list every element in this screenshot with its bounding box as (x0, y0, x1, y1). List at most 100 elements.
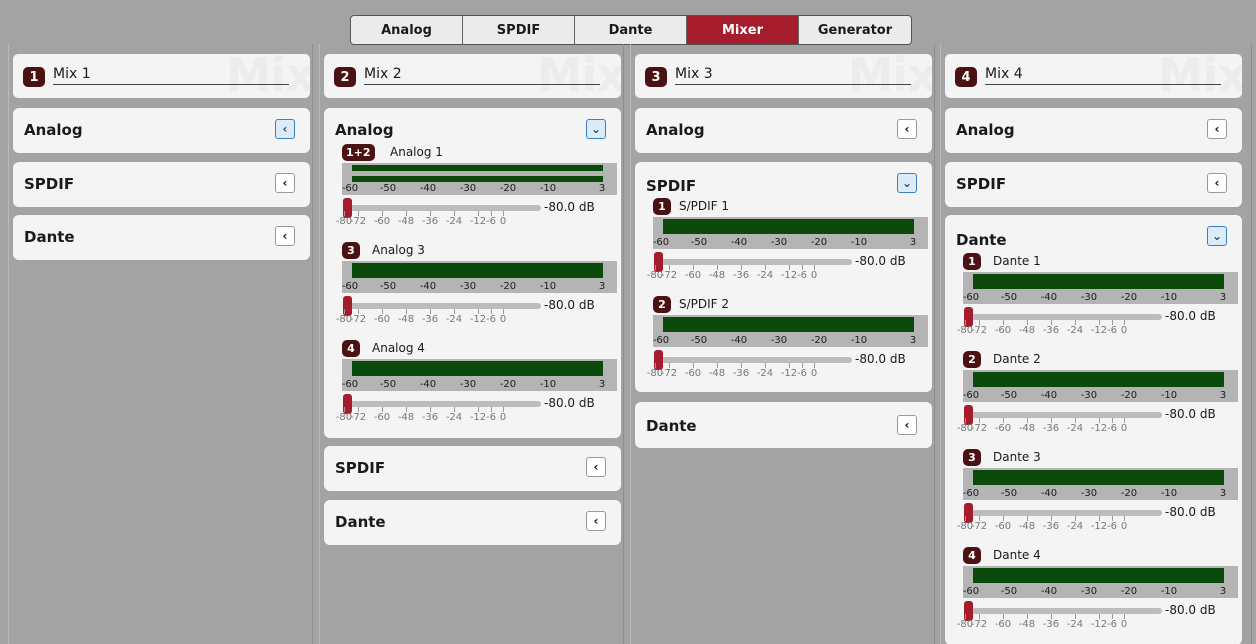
chevron-left-icon[interactable]: ‹ (275, 226, 295, 246)
meter-scale-label: -40 (1040, 390, 1058, 401)
fader-scale-label: -72 (660, 368, 678, 379)
meter-scale-label: -30 (459, 281, 477, 292)
chevron-left-icon[interactable]: ‹ (275, 119, 295, 139)
section-spdif: SPDIF ⌄ 1 S/PDIF 1 -60 -50 -40 -30 -20 -10 3 -… (635, 162, 932, 392)
meter-scale-label: -50 (690, 237, 708, 248)
meter-scale-label: -30 (1080, 390, 1098, 401)
channel-strip: 1 Dante 1 -60 -50 -40 -30 -20 -10 3 -80.0 dB -… (945, 253, 1242, 349)
section-analog: Analog ‹ (945, 108, 1242, 153)
fader-scale-label: 0 (499, 216, 507, 227)
fader-scale-label: 0 (1120, 325, 1128, 336)
section-title: Analog (956, 121, 1015, 139)
meter-scale-label: -40 (1040, 292, 1058, 303)
chevron-down-icon[interactable]: ⌄ (586, 119, 606, 139)
chevron-left-icon[interactable]: ‹ (897, 119, 917, 139)
mix-name-field[interactable]: Mix 1 (53, 66, 289, 85)
section-title: Analog (646, 121, 705, 139)
fader-scale-label: -36 (1042, 521, 1060, 532)
mix-name-field[interactable]: Mix 2 (364, 66, 600, 85)
meter-scale-label: -50 (379, 281, 397, 292)
level-meter: -60 -50 -40 -30 -20 -10 3 (653, 217, 928, 249)
meter-scale-label: 3 (598, 281, 606, 292)
fader-scale-label: -24 (1066, 521, 1084, 532)
section-title: SPDIF (24, 175, 75, 193)
fader-scale-label: -6 (797, 368, 807, 379)
level-meter: -60 -50 -40 -30 -20 -10 3 (342, 261, 617, 293)
channel-name: Analog 4 (372, 341, 425, 355)
fader-scale: -80 -72 -60 -48 -36 -24 -12 -6 0 (957, 614, 1178, 634)
fader-scale-label: -12 (469, 412, 487, 423)
meter-scale-label: -50 (1000, 488, 1018, 499)
section-analog: Analog ⌄ 1+2 Analog 1 -60 -50 -40 -30 -20 -10… (324, 108, 621, 438)
meter-scale-label: 3 (909, 237, 917, 248)
tab-mixer[interactable]: Mixer (687, 16, 799, 44)
mix-column-1: Mix 1 Mix 1 Analog ‹ SPDIF ‹ Dante ‹ (8, 44, 313, 644)
tab-dante[interactable]: Dante (575, 16, 687, 44)
tab-analog[interactable]: Analog (351, 16, 463, 44)
meter-scale-label: -60 (962, 488, 980, 499)
meter-scale-label: -50 (1000, 390, 1018, 401)
channel-name: S/PDIF 2 (679, 297, 730, 311)
meter-scale-label: -40 (730, 335, 748, 346)
fader-scale-label: -60 (373, 314, 391, 325)
level-meter: -60 -50 -40 -30 -20 -10 3 (963, 272, 1238, 304)
fader-scale-label: -48 (397, 216, 415, 227)
channel-strip: 3 Analog 3 -60 -50 -40 -30 -20 -10 3 -80.0 dB … (324, 242, 621, 338)
mix-name-field[interactable]: Mix 3 (675, 66, 911, 85)
meter-scale-label: -30 (459, 183, 477, 194)
mix-number-badge: 2 (334, 67, 356, 87)
section-title: SPDIF (956, 175, 1007, 193)
meter-scale-label: -40 (419, 281, 437, 292)
meter-scale-label: -20 (499, 183, 517, 194)
level-meter: -60 -50 -40 -30 -20 -10 3 (963, 468, 1238, 500)
chevron-left-icon[interactable]: ‹ (275, 173, 295, 193)
source-tabs: Analog SPDIF Dante Mixer Generator (350, 15, 912, 45)
fader-scale-label: -6 (797, 270, 807, 281)
meter-scale: -60 -50 -40 -30 -20 -10 3 (342, 281, 617, 292)
fader-scale-label: -36 (421, 216, 439, 227)
meter-scale-label: -40 (1040, 586, 1058, 597)
channel-strip: 4 Dante 4 -60 -50 -40 -30 -20 -10 3 -80.0 dB -… (945, 547, 1242, 643)
fader-scale-label: -6 (1107, 619, 1117, 630)
section-dante: Dante ‹ (635, 402, 932, 448)
mix-name-field[interactable]: Mix 4 (985, 66, 1221, 85)
tab-generator[interactable]: Generator (799, 16, 911, 44)
meter-scale-label: -30 (1080, 488, 1098, 499)
meter-scale: -60 -50 -40 -30 -20 -10 3 (342, 183, 617, 194)
chevron-down-icon[interactable]: ⌄ (1207, 226, 1227, 246)
meter-scale-label: -50 (379, 183, 397, 194)
channel-strip: 3 Dante 3 -60 -50 -40 -30 -20 -10 3 -80.0 dB -… (945, 449, 1242, 545)
section-analog: Analog ‹ (13, 108, 310, 153)
chevron-left-icon[interactable]: ‹ (586, 511, 606, 531)
chevron-down-icon[interactable]: ⌄ (897, 173, 917, 193)
mix-number-badge: 3 (645, 67, 667, 87)
fader-scale-label: -24 (445, 314, 463, 325)
fader-scale-label: -6 (486, 412, 496, 423)
meter-scale-label: -40 (1040, 488, 1058, 499)
chevron-left-icon[interactable]: ‹ (1207, 173, 1227, 193)
section-analog: Analog ‹ (635, 108, 932, 153)
fader-scale-label: -36 (732, 368, 750, 379)
fader-scale-label: -36 (1042, 619, 1060, 630)
chevron-left-icon[interactable]: ‹ (1207, 119, 1227, 139)
tab-spdif[interactable]: SPDIF (463, 16, 575, 44)
meter-scale-label: -20 (499, 379, 517, 390)
meter-scale-label: -10 (539, 281, 557, 292)
meter-scale-label: -10 (850, 335, 868, 346)
meter-scale-label: -20 (810, 335, 828, 346)
chevron-left-icon[interactable]: ‹ (897, 415, 917, 435)
meter-scale-label: -60 (341, 379, 359, 390)
section-title: Dante (335, 513, 386, 531)
chevron-left-icon[interactable]: ‹ (586, 457, 606, 477)
fader-scale-label: -12 (469, 216, 487, 227)
fader-scale-label: -48 (397, 412, 415, 423)
meter-scale-label: -60 (341, 183, 359, 194)
mix-column-3: Mix 3 Mix 3 Analog ‹ SPDIF ⌄ 1 S/PDIF 1 … (630, 44, 935, 644)
meter-scale-label: -60 (652, 237, 670, 248)
fader-scale-label: -24 (756, 270, 774, 281)
channel-badge: 2 (963, 351, 981, 368)
fader-scale-label: -60 (994, 325, 1012, 336)
mix-column-2: Mix 2 Mix 2 Analog ⌄ 1+2 Analog 1 -60 -50… (319, 44, 624, 644)
fader-scale-label: -72 (349, 216, 367, 227)
section-title: SPDIF (335, 459, 386, 477)
